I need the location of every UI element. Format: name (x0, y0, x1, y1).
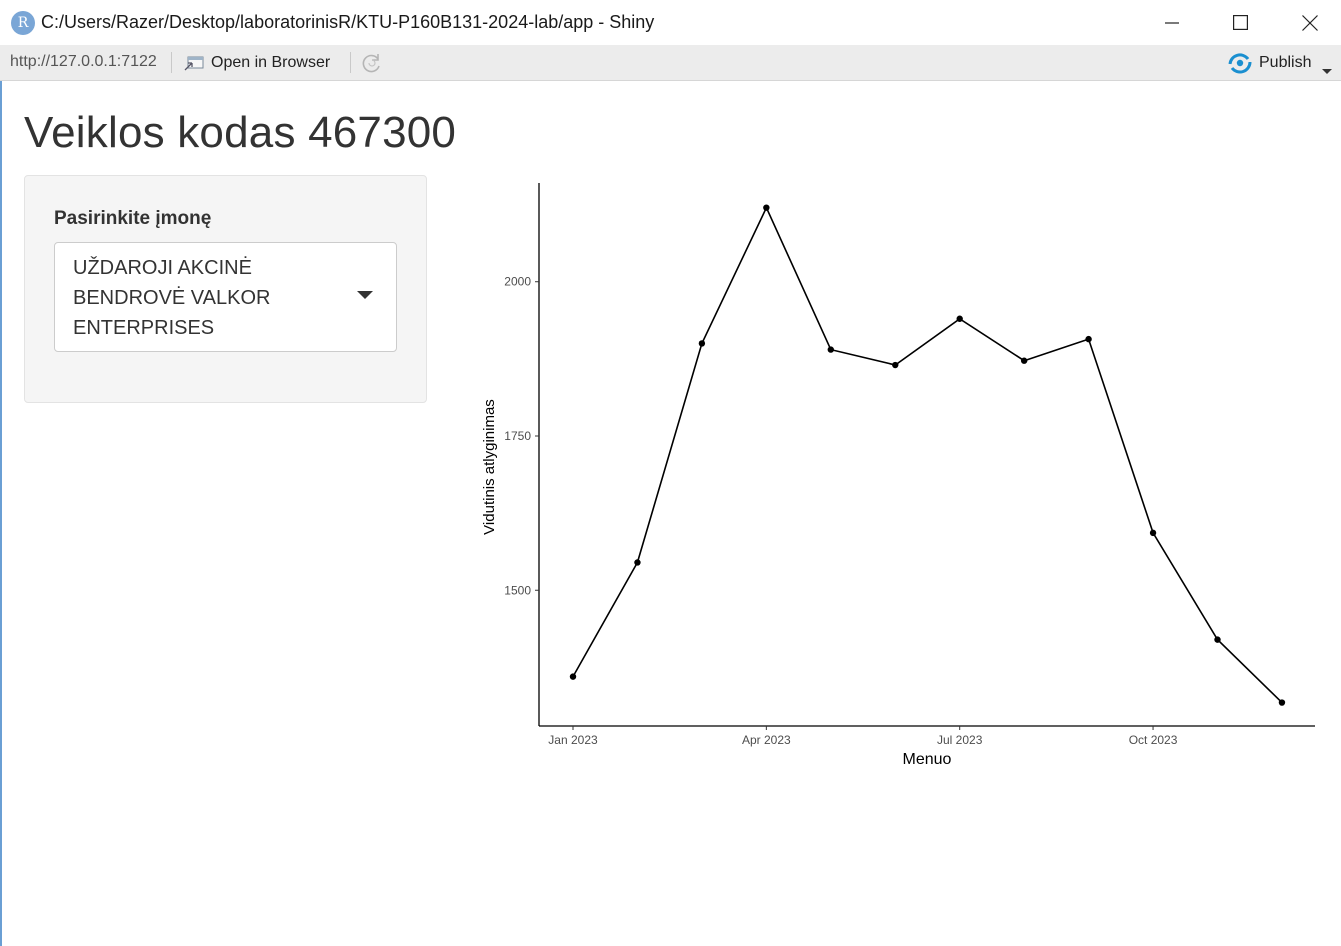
x-tick-label: Jul 2023 (937, 733, 983, 747)
shiny-app-content: Veiklos kodas 467300 Pasirinkite įmonę U… (0, 81, 1341, 946)
series-line (572, 205, 1283, 704)
close-button[interactable] (1287, 0, 1333, 45)
data-point (1149, 529, 1157, 537)
caret-down-icon (357, 291, 373, 299)
company-select[interactable]: UŽDAROJI AKCINĖ BENDROVĖ VALKOR ENTERPRI… (54, 242, 397, 352)
company-select-value: UŽDAROJI AKCINĖ BENDROVĖ VALKOR ENTERPRI… (73, 257, 271, 339)
data-point (1020, 357, 1028, 364)
data-point (763, 204, 770, 211)
x-axis-title: Menuo (903, 751, 952, 768)
data-point (956, 315, 963, 322)
data-point (1278, 699, 1286, 706)
y-tick-label: 2000 (504, 275, 531, 289)
data-point (1085, 335, 1092, 343)
minimize-button[interactable] (1149, 0, 1195, 45)
open-in-browser-button[interactable]: Open in Browser (183, 52, 330, 74)
y-tick-label: 1750 (504, 429, 531, 443)
r-app-icon: R (11, 11, 35, 35)
publish-button[interactable]: Publish (1227, 52, 1311, 74)
company-select-label: Pasirinkite įmonę (54, 208, 212, 229)
y-axis-title: Vidutinis atlyginimas (481, 399, 498, 535)
y-tick-label: 1500 (504, 583, 531, 597)
x-tick-label: Oct 2023 (1129, 733, 1178, 747)
open-in-browser-label: Open in Browser (211, 54, 331, 71)
window-title: C:/Users/Razer/Desktop/laboratorinisR/KT… (41, 12, 655, 32)
data-point (698, 340, 706, 347)
publish-icon (1228, 53, 1252, 74)
viewer-toolbar: http://127.0.0.1:7122 Open in Browser Pu… (0, 45, 1341, 81)
minimize-icon (1165, 21, 1179, 24)
address-url: http://127.0.0.1:7122 (10, 53, 157, 70)
window-titlebar: R C:/Users/Razer/Desktop/laboratorinisR/… (0, 0, 1341, 45)
x-tick-label: Jan 2023 (548, 733, 598, 747)
page-title: Veiklos kodas 467300 (24, 108, 457, 157)
data-point (1214, 636, 1221, 643)
publish-label: Publish (1259, 54, 1312, 71)
maximize-icon (1232, 15, 1248, 30)
open-in-browser-icon (184, 56, 204, 71)
data-point (634, 559, 641, 566)
data-point (569, 673, 577, 680)
publish-menu-button[interactable] (1322, 62, 1332, 80)
refresh-icon (362, 54, 380, 73)
toolbar-divider (350, 52, 351, 73)
data-point (827, 346, 834, 353)
salary-line-chart: 1500 1750 2000 Jan 2023 Apr 2023 Jul 2023 Oct … (481, 183, 1315, 768)
toolbar-divider (171, 52, 172, 73)
chevron-down-icon (1322, 69, 1332, 74)
sidebar-panel: Pasirinkite įmonę UŽDAROJI AKCINĖ BENDRO… (24, 175, 427, 403)
refresh-button[interactable] (361, 53, 383, 78)
x-tick-label: Apr 2023 (742, 733, 791, 747)
maximize-button[interactable] (1217, 0, 1263, 45)
close-icon (1302, 14, 1318, 31)
data-point (892, 361, 899, 369)
